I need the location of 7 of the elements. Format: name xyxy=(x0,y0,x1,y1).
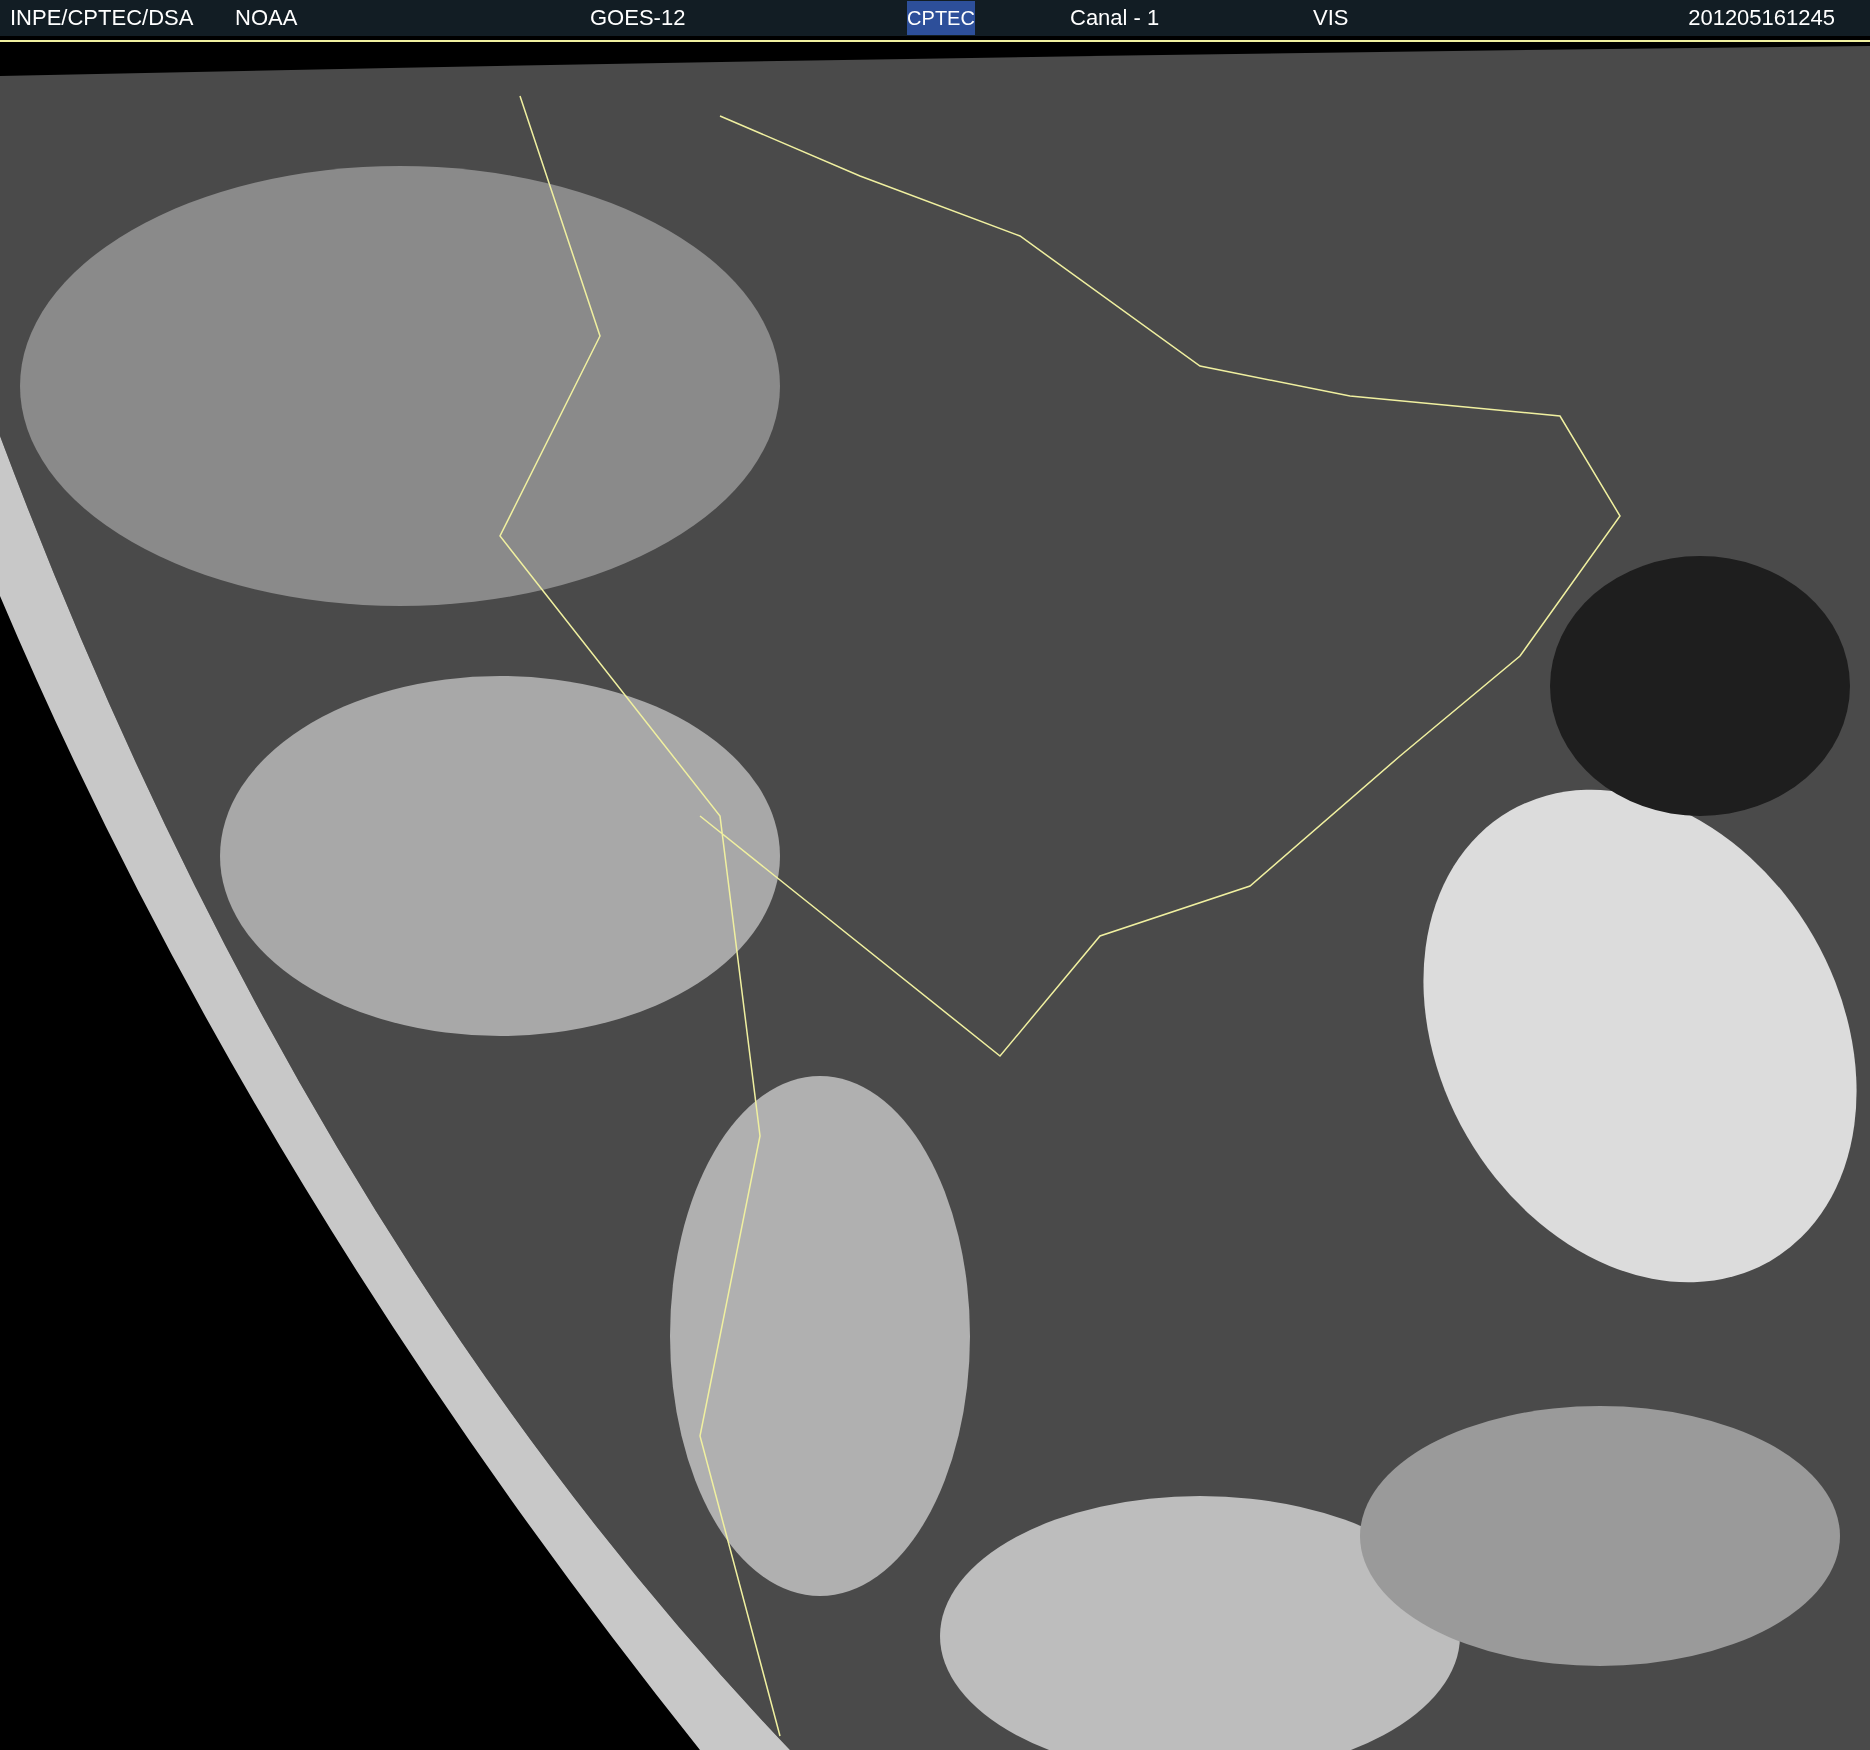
band-label: VIS xyxy=(1313,5,1349,30)
timestamp: 201205161245 xyxy=(1688,7,1836,29)
channel-label: Canal - 1 xyxy=(1070,5,1160,30)
header-label: NOAA xyxy=(235,5,298,30)
logo: CPTEC xyxy=(907,1,975,35)
header-label: GOES-12 xyxy=(590,5,686,30)
header-label: INPE/CPTEC/DSA xyxy=(10,5,194,30)
